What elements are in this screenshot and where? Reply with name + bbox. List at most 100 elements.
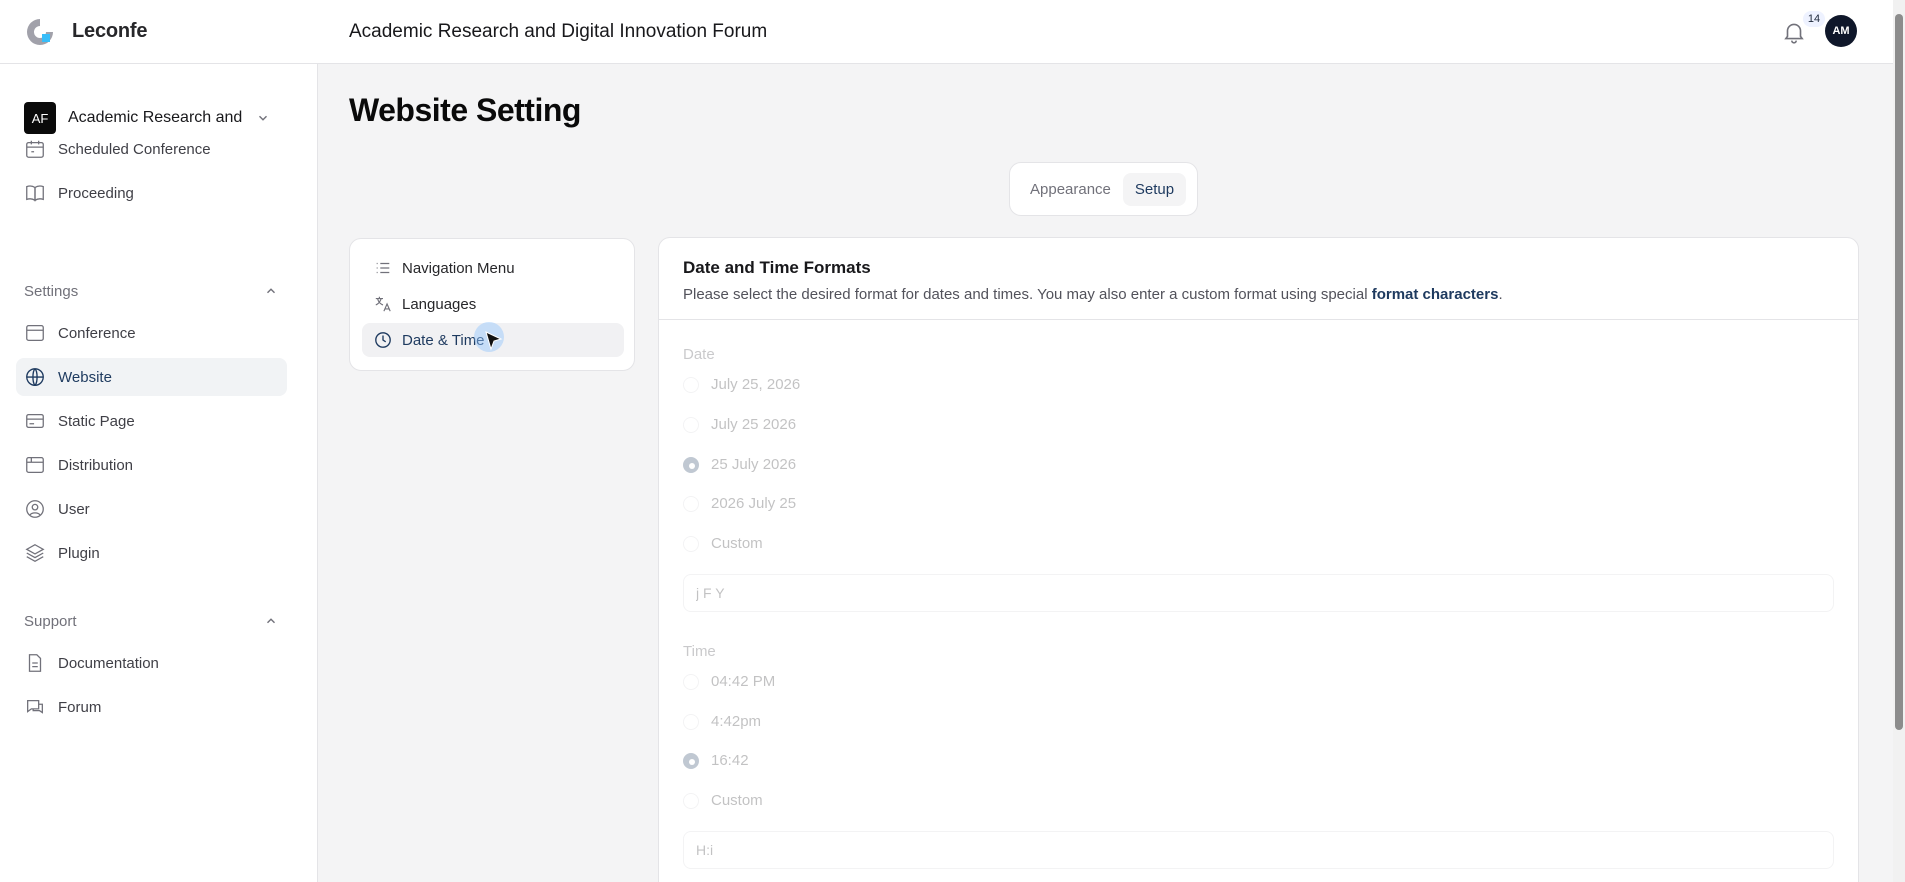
sidebar-item-label: Plugin	[58, 544, 100, 562]
time-option-label: 4:42pm	[711, 713, 762, 730]
date-custom-format-input[interactable]	[683, 574, 1834, 612]
radio-button[interactable]	[683, 673, 699, 690]
user-avatar[interactable]: AM	[1825, 15, 1857, 47]
layers-icon	[25, 544, 45, 562]
sidebar-item-conference[interactable]: Conference	[16, 314, 287, 352]
date-option[interactable]: Custom	[683, 535, 763, 552]
settings-group-toggle[interactable]: Settings	[24, 280, 278, 302]
date-option-label: July 25, 2026	[711, 376, 801, 393]
subnav-item-label: Date & Time	[402, 331, 485, 349]
panel-description-end: .	[1498, 286, 1503, 303]
book-open-icon	[26, 185, 44, 202]
brand-name: Leconfe	[72, 20, 148, 42]
sidebar-item-label: Distribution	[58, 456, 134, 474]
tab-setup[interactable]: Setup	[1122, 172, 1187, 206]
document-icon	[28, 654, 42, 672]
sidebar-item-documentation[interactable]: Documentation	[16, 644, 287, 682]
tab-appearance[interactable]: Appearance	[1018, 173, 1123, 206]
panel-description-text: Please select the desired format for dat…	[683, 286, 1372, 303]
page-scrollbar[interactable]	[1893, 0, 1905, 882]
radio-button[interactable]	[683, 792, 699, 809]
subnav-item-label: Navigation Menu	[402, 259, 515, 277]
time-option-label: Custom	[711, 792, 763, 809]
conference-title: Academic Research and Digital Innovation…	[349, 20, 768, 42]
date-option[interactable]: 2026 July 25	[683, 495, 796, 512]
settings-group-label: Settings	[24, 282, 79, 300]
clock-icon	[375, 332, 391, 348]
chat-icon	[27, 699, 43, 714]
subnav-item-label: Languages	[402, 295, 477, 313]
format-characters-link[interactable]: format characters	[1372, 286, 1499, 303]
radio-button[interactable]	[683, 535, 699, 552]
radio-button[interactable]	[683, 416, 699, 433]
subnav-item-navigation-menu[interactable]: Navigation Menu	[362, 251, 624, 285]
support-group-label: Support	[24, 612, 77, 630]
sidebar-item-distribution[interactable]: Distribution	[16, 446, 287, 484]
sidebar-item-label: Forum	[58, 698, 102, 716]
time-option[interactable]: 4:42pm	[683, 713, 761, 730]
time-option[interactable]: 16:42	[683, 752, 749, 769]
time-option-label: 16:42	[711, 752, 749, 769]
sidebar-item-proceeding[interactable]: Proceeding	[16, 174, 287, 212]
time-custom-format-input[interactable]	[683, 831, 1834, 869]
sidebar-item-static-page[interactable]: Static Page	[16, 402, 287, 440]
time-label: Time	[683, 643, 716, 660]
sidebar-item-label: Documentation	[58, 654, 159, 672]
date-time-formats-panel: Date and Time Formats Please select the …	[658, 237, 1859, 882]
sidebar-item-forum[interactable]: Forum	[16, 688, 287, 726]
sidebar-item-label: Scheduled Conference	[58, 140, 211, 158]
date-label: Date	[683, 346, 715, 363]
radio-button-selected[interactable]	[683, 752, 699, 769]
sidebar-item-label: User	[58, 500, 90, 518]
chevron-up-icon	[267, 288, 275, 294]
date-option-label: 2026 July 25	[711, 495, 797, 512]
chevron-up-icon	[267, 618, 275, 624]
list-icon	[376, 262, 390, 274]
sidebar-item-label: Conference	[58, 324, 136, 342]
sidebar: AF Academic Research and Digital Innovat…	[0, 64, 318, 882]
panel-description: Please select the desired format for dat…	[683, 286, 1834, 303]
sidebar-item-label: Website	[58, 368, 112, 386]
date-option[interactable]: 25 July 2026	[683, 456, 796, 473]
settings-tabs: Appearance Setup	[1009, 162, 1198, 216]
date-option[interactable]: July 25, 2026	[683, 376, 800, 393]
browser-icon	[26, 457, 44, 473]
globe-icon	[26, 368, 44, 386]
mouse-cursor-icon	[485, 331, 503, 351]
sidebar-item-user[interactable]: User	[16, 490, 287, 528]
support-group-toggle[interactable]: Support	[24, 610, 278, 632]
leconfe-logo-icon	[27, 18, 53, 45]
sidebar-item-label: Static Page	[58, 412, 135, 430]
chevron-down-icon	[259, 115, 267, 121]
org-name: Academic Research and Digital Innovation…	[68, 109, 248, 126]
panel-title: Date and Time Formats	[683, 258, 871, 277]
time-option-label: 04:42 PM	[711, 673, 776, 690]
sidebar-item-website[interactable]: Website	[16, 358, 287, 396]
top-bar: Leconfe Academic Research and Digital In…	[0, 0, 1893, 64]
page-title: Website Setting	[349, 92, 581, 128]
date-option-label: July 25 2026	[711, 416, 797, 433]
sidebar-item-plugin[interactable]: Plugin	[16, 534, 287, 572]
window-icon	[26, 325, 44, 341]
scrollbar-thumb[interactable]	[1895, 14, 1903, 730]
date-option[interactable]: July 25 2026	[683, 416, 796, 433]
card-icon	[26, 413, 44, 429]
date-option-label: 25 July 2026	[711, 456, 797, 473]
date-option-label: Custom	[711, 535, 763, 552]
radio-button[interactable]	[683, 376, 699, 393]
brand[interactable]: Leconfe	[0, 16, 318, 48]
time-option[interactable]: Custom	[683, 792, 763, 809]
panel-header: Date and Time Formats Please select the …	[659, 238, 1858, 320]
radio-button[interactable]	[683, 713, 699, 730]
notification-badge: 14	[1803, 11, 1825, 27]
calendar-icon	[26, 140, 44, 158]
subnav-item-languages[interactable]: Languages	[362, 287, 624, 321]
translate-icon	[375, 296, 391, 312]
sidebar-item-label: Proceeding	[58, 184, 134, 202]
user-circle-icon	[26, 500, 44, 518]
notifications-button[interactable]: 14	[1781, 11, 1825, 45]
radio-button[interactable]	[683, 495, 699, 512]
time-option[interactable]: 04:42 PM	[683, 673, 775, 690]
sidebar-item-scheduled-conference[interactable]: Scheduled Conference	[16, 130, 287, 168]
radio-button-selected[interactable]	[683, 456, 699, 473]
